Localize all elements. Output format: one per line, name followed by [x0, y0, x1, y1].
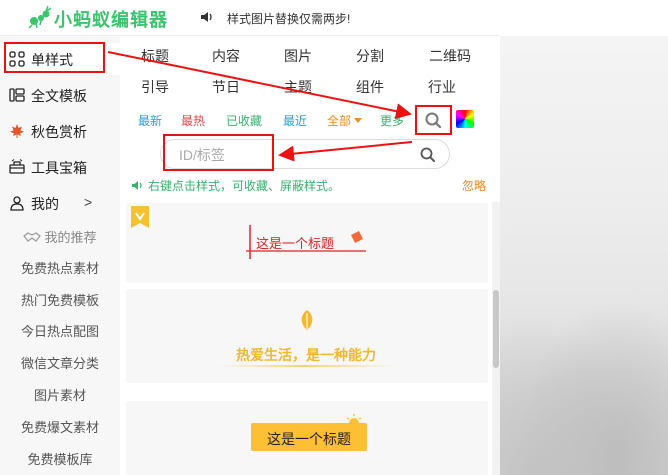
ignore-link[interactable]: 忽略 — [462, 177, 486, 194]
user-icon — [10, 196, 24, 211]
sidebar: 单样式 全文模板 秋色赏析 工具宝箱 我的 > 我的推荐 免费热点素材 热门免费… — [0, 36, 120, 475]
card-title: 这是一个标题 — [267, 431, 351, 447]
sidebar-subitem[interactable]: 今日热点配图 — [0, 317, 120, 347]
vip-badge-icon — [131, 206, 149, 228]
sidebar-subitem-recommend[interactable]: 我的推荐 — [0, 223, 120, 253]
sidebar-subitem[interactable]: 图片素材 — [0, 381, 120, 411]
style-card[interactable]: 这是一个标题 — [126, 203, 488, 283]
sidebar-item-label: 我的 — [31, 196, 59, 212]
scrollbar[interactable] — [492, 202, 500, 475]
toolbox-icon — [9, 159, 25, 174]
category-tab[interactable]: 标题 — [125, 46, 185, 66]
sidebar-subitem[interactable]: 免费热点素材 — [0, 254, 120, 284]
chevron-right-icon: > — [84, 194, 93, 210]
title-banner: 这是一个标题 — [251, 423, 367, 451]
maple-leaf-icon — [10, 124, 24, 138]
search-toggle-icon[interactable] — [420, 108, 446, 132]
sidebar-subitem[interactable]: 热门免费模板 — [0, 286, 120, 316]
filter-newest[interactable]: 最新 — [138, 112, 162, 129]
app-logo-text: 小蚂蚁编辑器 — [54, 10, 168, 30]
sidebar-item-single-style[interactable]: 单样式 — [0, 43, 120, 75]
sidebar-item-autumn[interactable]: 秋色赏析 — [0, 115, 120, 147]
category-tab[interactable]: 节日 — [196, 77, 256, 97]
filter-hottest[interactable]: 最热 — [181, 112, 205, 129]
sidebar-subitem[interactable]: 免费模板库 — [0, 445, 120, 475]
filter-more[interactable]: 更多 — [380, 112, 404, 129]
sidebar-item-label: 工具宝箱 — [31, 160, 87, 176]
filter-all-dropdown[interactable]: 全部 — [327, 112, 363, 129]
sidebar-item-mine[interactable]: 我的 > — [0, 187, 120, 219]
title-underline — [216, 365, 396, 367]
template-icon — [9, 88, 25, 102]
category-tab[interactable]: 图片 — [268, 46, 328, 66]
category-tab[interactable]: 行业 — [412, 77, 472, 97]
notice-text: 样式图片替换仅需两步! — [227, 12, 351, 26]
search-icon[interactable] — [419, 146, 437, 164]
style-card[interactable]: 这是一个标题 — [126, 401, 488, 475]
ant-logo-icon — [28, 5, 52, 29]
sidebar-subitem[interactable]: 微信文章分类 — [0, 349, 120, 379]
style-panel: 标题 内容 图片 分割 二维码 引导 节日 主题 组件 行业 最新 最热 已收藏… — [120, 36, 500, 475]
sidebar-item-label: 秋色赏析 — [31, 124, 87, 140]
category-tab[interactable]: 分割 — [340, 46, 400, 66]
speaker-icon — [201, 12, 212, 22]
handshake-icon — [23, 232, 42, 242]
category-tab[interactable]: 内容 — [196, 46, 256, 66]
filter-recent[interactable]: 最近 — [283, 112, 307, 129]
category-tab[interactable]: 引导 — [125, 77, 185, 97]
card-title: 热爱生活，是一种能力 — [236, 347, 376, 363]
grid-icon — [9, 51, 25, 67]
scrollbar-thumb[interactable] — [493, 290, 499, 368]
filter-all-label: 全部 — [327, 114, 352, 128]
style-card[interactable]: 热爱生活，是一种能力 — [126, 289, 488, 383]
leaf-icon — [301, 310, 313, 330]
sidebar-item-label: 全文模板 — [31, 88, 87, 104]
sidebar-item-label: 单样式 — [31, 52, 73, 68]
background-landscape — [500, 36, 668, 475]
color-palette-icon[interactable] — [456, 110, 474, 128]
sidebar-item-toolbox[interactable]: 工具宝箱 — [0, 151, 120, 183]
sidebar-item-full-template[interactable]: 全文模板 — [0, 79, 120, 111]
hint-label: 右键点击样式，可收藏、屏蔽样式。 — [148, 179, 341, 193]
search-box — [160, 139, 450, 169]
sidebar-subitem[interactable]: 免费爆文素材 — [0, 413, 120, 443]
sidebar-subitem-label: 我的推荐 — [44, 230, 97, 245]
category-tab[interactable]: 主题 — [268, 77, 328, 97]
card-title: 这是一个标题 — [256, 236, 335, 251]
speaker-icon — [132, 181, 142, 190]
hint-text: 右键点击样式，可收藏、屏蔽样式。 — [131, 177, 340, 194]
top-bar: 小蚂蚁编辑器 样式图片替换仅需两步! — [0, 0, 500, 36]
category-tab[interactable]: 二维码 — [420, 46, 480, 66]
caret-down-icon — [354, 118, 363, 123]
search-input[interactable] — [179, 146, 409, 164]
filter-favorited[interactable]: 已收藏 — [226, 112, 262, 129]
category-tab[interactable]: 组件 — [340, 77, 400, 97]
